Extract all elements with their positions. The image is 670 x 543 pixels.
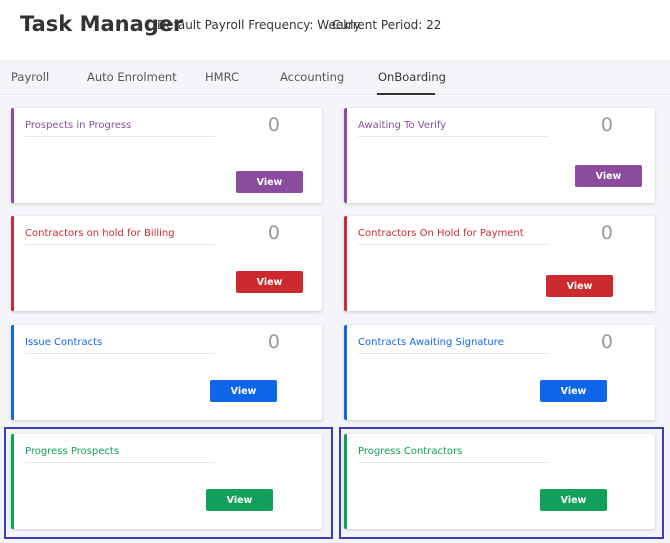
payroll-frequency-label: Default Payroll Frequency: Weekly [157,18,361,32]
view-button[interactable]: View [575,165,642,187]
card-count: 0 [267,331,280,353]
card-title: Contractors on hold for Billing [25,228,215,245]
tab-payroll[interactable]: Payroll [11,70,49,84]
card-prospects-in-progress: Prospects in Progress 0 View [11,108,322,203]
tab-onboarding[interactable]: OnBoarding [378,70,446,84]
highlight-box-progress-prospects [4,427,333,539]
card-issue-contracts: Issue Contracts 0 View [11,325,322,420]
view-button[interactable]: View [546,275,613,297]
card-contracts-awaiting-signature: Contracts Awaiting Signature 0 View [344,325,655,420]
tab-accounting[interactable]: Accounting [280,70,344,84]
card-contractors-on-hold-billing: Contractors on hold for Billing 0 View [11,216,322,311]
card-title: Contractors On Hold for Payment [358,228,548,245]
tab-hmrc[interactable]: HMRC [205,70,239,84]
tab-auto-enrolment[interactable]: Auto Enrolment [87,70,177,84]
current-period-label: Current Period: 22 [332,18,442,32]
card-count: 0 [600,222,613,244]
active-tab-indicator [377,93,435,95]
card-contractors-on-hold-payment: Contractors On Hold for Payment 0 View [344,216,655,311]
view-button[interactable]: View [236,171,303,193]
card-title: Contracts Awaiting Signature [358,337,548,354]
view-button[interactable]: View [540,380,607,402]
card-title: Awaiting To Verify [358,120,548,137]
card-title: Prospects in Progress [25,120,215,137]
highlight-box-progress-contractors [339,427,664,539]
view-button[interactable]: View [210,380,277,402]
card-count: 0 [600,331,613,353]
card-awaiting-to-verify: Awaiting To Verify 0 View [344,108,655,203]
card-title: Issue Contracts [25,337,215,354]
task-manager-page: Task Manager Default Payroll Frequency: … [0,0,670,543]
card-count: 0 [600,114,613,136]
card-count: 0 [267,114,280,136]
tab-bar: Payroll Auto Enrolment HMRC Accounting O… [0,60,670,95]
header: Task Manager Default Payroll Frequency: … [0,0,670,60]
view-button[interactable]: View [236,271,303,293]
card-count: 0 [267,222,280,244]
